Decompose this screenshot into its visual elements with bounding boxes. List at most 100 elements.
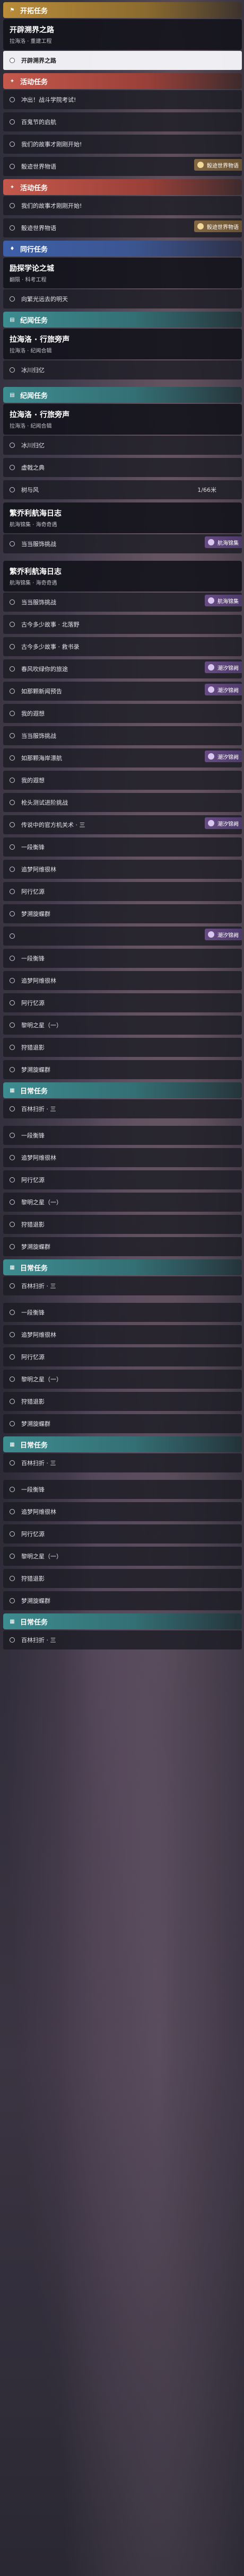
section-header[interactable]: ⚑ 开拓任务 (3, 2, 242, 18)
bullet-icon (10, 487, 15, 492)
bullet-icon (10, 1354, 15, 1360)
section-header[interactable]: ▦ 日常任务 (3, 1436, 242, 1452)
section-header[interactable]: ▦ 日常任务 (3, 1613, 242, 1629)
quest-item[interactable]: 追梦阿维很林 (3, 1325, 242, 1344)
quest-item[interactable]: 如那颗新闻预告 潮汐锦阙 (3, 682, 242, 701)
quest-label: 一段衡锋 (21, 844, 45, 851)
quest-item[interactable]: 古今多少故事 · 北落野 (3, 615, 242, 634)
event-tag: 潮汐锦阙 (205, 684, 242, 695)
mission-card[interactable]: 拉海洛 · 行旅旁声 拉海洛 · 纪闻合辑 (3, 404, 242, 435)
quest-label: 梦溯旋蝶群 (21, 1066, 50, 1073)
quest-label: 追梦阿维很林 (21, 1331, 56, 1338)
quest-item[interactable]: 一段衡锋 (3, 1126, 242, 1145)
quest-item[interactable]: 冲出！战斗学院考试! (3, 90, 242, 109)
quest-item[interactable]: 传说中的官方机关术 · 三 潮汐锦阙 (3, 815, 242, 834)
quest-item[interactable]: 梦溯旋蝶群 (3, 1060, 242, 1079)
quest-item[interactable]: 黎明之星（一） (3, 1547, 242, 1566)
section-header[interactable]: ▦ 日常任务 (3, 1082, 242, 1098)
quest-item[interactable]: 阿行忆源 (3, 1524, 242, 1543)
quest-item[interactable]: 枪头测试进阶挑战 (3, 793, 242, 812)
quest-item[interactable]: 狩猎退影 (3, 1392, 242, 1411)
section-header[interactable]: ✦ 活动任务 (3, 179, 242, 195)
quest-item[interactable]: 阿行忆源 (3, 1347, 242, 1366)
quest-label: 黎明之星（一） (21, 1022, 62, 1029)
quest-item[interactable]: 黎明之星（一） (3, 1193, 242, 1212)
quest-item[interactable]: 百林扫折 · 三 (3, 1630, 242, 1649)
quest-label: 梦溯旋蝶群 (21, 1243, 50, 1250)
quest-item[interactable]: 追梦阿维很林 (3, 1502, 242, 1521)
quest-item[interactable]: 我们的故事才刚刚开始! (3, 135, 242, 154)
quest-item[interactable]: 梦溯旋蝶群 (3, 1237, 242, 1256)
mission-subtitle: 翻陨 · 科考工程 (10, 277, 47, 283)
quest-item[interactable]: 我们的故事才刚刚开始! (3, 196, 242, 215)
section-header[interactable]: ▦ 日常任务 (3, 1259, 242, 1275)
mission-card[interactable]: 拉海洛 · 行旅旁声 拉海洛 · 纪闻合辑 (3, 329, 242, 359)
quest-item[interactable]: 冰川归亿 (3, 436, 242, 455)
quest-item[interactable]: 当当服饰挑战 航海锦集 (3, 593, 242, 612)
quest-item[interactable]: 梦溯旋蝶群 (3, 1591, 242, 1610)
quest-label: 虚戟之典 (21, 464, 45, 471)
quest-item[interactable]: 阿行忆源 (3, 993, 242, 1012)
quest-item[interactable]: 树与风 1/66米 (3, 480, 242, 499)
bullet-icon (10, 622, 15, 627)
quest-item[interactable]: 一段衡锋 (3, 949, 242, 968)
quest-item[interactable]: 梦溯旋蝶群 (3, 1414, 242, 1433)
mission-subtitle: 拉海洛 · 纪闻合辑 (10, 424, 52, 429)
quest-item[interactable]: 我的遐想 (3, 704, 242, 723)
quest-item[interactable]: 开辟溯界之路 (3, 51, 242, 70)
mission-card[interactable]: 开辟溯界之路 拉海洛 · 重建工程 (3, 19, 242, 50)
quest-item[interactable]: 阿行忆源 (3, 1170, 242, 1189)
quest-item[interactable]: 百林扫折 · 三 (3, 1453, 242, 1472)
quest-item[interactable]: 如那颗海岸漂航 潮汐锦阙 (3, 748, 242, 767)
quest-item[interactable]: 狩猎退影 (3, 1038, 242, 1057)
quest-item[interactable]: 梦溯旋蝶群 (3, 904, 242, 923)
quest-item[interactable]: 古今多少故事 · 救书录 (3, 637, 242, 656)
quest-item[interactable]: 追梦阿维很林 (3, 971, 242, 990)
quest-item[interactable]: 虚戟之典 (3, 458, 242, 477)
bullet-icon (10, 1222, 15, 1227)
bullet-icon (10, 1310, 15, 1315)
quest-item[interactable]: 狩猎退影 (3, 1215, 242, 1234)
quest-item[interactable]: 百林扫折 · 三 (3, 1276, 242, 1295)
quest-label: 我们的故事才刚刚开始! (21, 202, 82, 209)
quest-item[interactable]: 追梦阿维很林 (3, 860, 242, 879)
mission-card[interactable]: 繁乔利航海日志 航海锦集 · 海奇奇遇 (3, 502, 242, 533)
section-header[interactable]: ✦ 活动任务 (3, 73, 242, 89)
quest-item[interactable]: 潮汐锦阙 (3, 927, 242, 946)
quest-item[interactable]: 一段衡锋 (3, 837, 242, 857)
quest-label: 一段衡锋 (21, 1309, 45, 1316)
quest-item[interactable]: 冰川归亿 (3, 360, 242, 380)
mission-title: 拉海洛 · 行旅旁声 (10, 411, 70, 419)
section-header[interactable]: ▤ 纪闻任务 (3, 312, 242, 328)
section-header-label: 日常任务 (20, 1264, 48, 1273)
quest-item[interactable]: 向繁光远去的明天 (3, 289, 242, 308)
quest-item[interactable]: 黎明之星（一） (3, 1370, 242, 1389)
quest-item[interactable]: 当当服饰挑战 (3, 726, 242, 745)
quest-item[interactable]: 我的遐想 (3, 771, 242, 790)
quest-item[interactable]: 狩猎退影 (3, 1569, 242, 1588)
bullet-icon (10, 778, 15, 783)
calendar-icon: ▦ (10, 1441, 15, 1448)
quest-item[interactable]: 春风吹绿你的旅途 潮汐锦阙 (3, 659, 242, 678)
quest-item[interactable]: 一段衡锋 (3, 1303, 242, 1322)
bullet-icon (10, 1554, 15, 1559)
quest-item[interactable]: 百林扫折 · 三 (3, 1099, 242, 1118)
bullet-icon (10, 1460, 15, 1466)
bullet-icon (10, 1022, 15, 1028)
quest-item[interactable]: 黎明之星（一） (3, 1016, 242, 1035)
quest-item[interactable]: 当当服饰挑战 航海锦集 (3, 534, 242, 553)
mission-card[interactable]: 励探学论之城 翻陨 · 科考工程 (3, 258, 242, 288)
quest-label: 春风吹绿你的旅途 (21, 666, 68, 673)
quest-item[interactable]: 追梦阿维很林 (3, 1148, 242, 1167)
mission-title: 励探学论之城 (10, 264, 54, 273)
quest-label: 骰迹世界物语 (21, 163, 56, 170)
mission-card[interactable]: 繁乔利航海日志 航海锦集 · 海奇奇遇 (3, 561, 242, 592)
quest-item[interactable]: 骰迹世界物语 骰迹世界物语 (3, 157, 242, 176)
quest-item[interactable]: 骰迹世界物语 骰迹世界物语 (3, 218, 242, 237)
quest-item[interactable]: 阿行忆源 (3, 882, 242, 901)
quest-item[interactable]: 一段衡锋 (3, 1480, 242, 1499)
section-header[interactable]: ▤ 纪闻任务 (3, 387, 242, 403)
quest-item[interactable]: 百鬼节的启航 (3, 112, 242, 131)
section-header[interactable]: ♦ 同行任务 (3, 241, 242, 257)
